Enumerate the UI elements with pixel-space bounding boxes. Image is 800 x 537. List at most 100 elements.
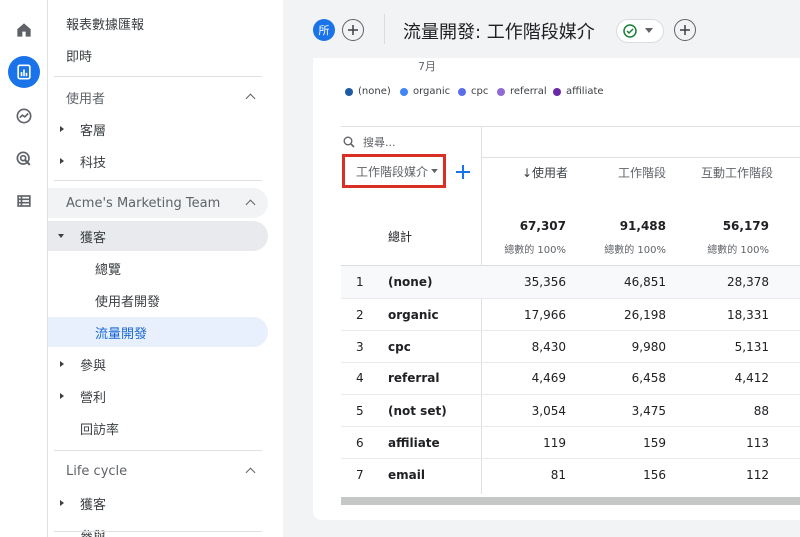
table-row[interactable]: 2 organic 17,966 26,198 18,331 (341, 299, 800, 331)
plus-icon (680, 25, 690, 35)
nav-label: 客層 (80, 123, 107, 139)
row-users: 119 (543, 436, 566, 450)
row-users: 3,054 (531, 404, 566, 418)
legend-item[interactable]: affiliate (553, 86, 604, 97)
page-title: 流量開發: 工作階段媒介 (403, 22, 595, 43)
divider (54, 531, 262, 532)
reports-nav: 報表數據匯報 即時 使用者 客層 科技 Acme's Marketing Tea… (48, 0, 283, 537)
nav-item-engagement[interactable]: 參與 (48, 349, 268, 379)
total-users-pct: 總數的 100% (504, 245, 566, 256)
nav-item-lifecycle-acquisition[interactable]: 獲客 (48, 488, 268, 518)
table-row[interactable]: 1 (none) 35,356 46,851 28,378 (341, 266, 800, 298)
nav-item-tech[interactable]: 科技 (48, 146, 268, 176)
row-users: 17,966 (524, 308, 566, 322)
nav-item-overview[interactable]: 總覽 (48, 253, 268, 283)
nav-label: 回訪率 (80, 422, 120, 438)
row-index: 4 (356, 371, 364, 385)
search-box[interactable]: 搜尋... (343, 134, 396, 150)
check-circle-icon (623, 24, 637, 38)
nav-section-team[interactable]: Acme's Marketing Team (48, 188, 268, 218)
section-label: Life cycle (66, 463, 128, 479)
add-comparison-button[interactable] (342, 19, 364, 41)
home-icon[interactable] (8, 14, 40, 46)
legend-dot (345, 87, 353, 96)
row-engaged: 88 (753, 404, 769, 418)
legend-item[interactable]: (none) (345, 86, 391, 97)
section-label: Acme's Marketing Team (66, 195, 221, 211)
table-row[interactable]: 4 referral 4,469 6,458 4,412 (341, 363, 800, 395)
dimension-label: 工作階段媒介 (356, 164, 429, 179)
row-index: 1 (356, 275, 364, 289)
nav-reports-snapshot[interactable]: 報表數據匯報 (48, 8, 268, 38)
plus-icon (456, 165, 470, 179)
advertising-icon[interactable] (8, 143, 40, 175)
caret-down-icon (58, 234, 64, 238)
total-sessions: 91,488 (619, 219, 666, 233)
divider (54, 180, 262, 181)
explore-icon[interactable] (8, 100, 40, 132)
nav-item-monetization[interactable]: 營利 (48, 381, 268, 411)
legend-label: cpc (471, 86, 489, 97)
legend-label: referral (510, 86, 547, 97)
caret-right-icon (60, 126, 64, 132)
search-icon (343, 136, 355, 148)
legend-item[interactable]: referral (497, 86, 547, 97)
row-index: 2 (356, 308, 364, 322)
table-row[interactable]: 6 affiliate 119 159 113 (341, 427, 800, 459)
legend-item[interactable]: organic (400, 86, 450, 97)
total-users: 67,307 (519, 219, 566, 233)
table-row[interactable]: 3 cpc 8,430 9,980 5,131 (341, 331, 800, 363)
nav-label: 獲客 (80, 497, 107, 513)
row-sessions: 6,458 (631, 371, 666, 385)
horizontal-scrollbar[interactable] (341, 497, 800, 505)
column-header-users[interactable]: ↓使用者 (508, 164, 568, 181)
add-card-button[interactable] (674, 19, 696, 41)
legend-item[interactable]: cpc (458, 86, 488, 97)
nav-item-retention[interactable]: 回訪率 (48, 413, 268, 443)
caret-down-icon (645, 28, 653, 33)
caret-right-icon (60, 158, 64, 164)
row-engaged: 28,378 (727, 275, 769, 289)
table-row[interactable]: 7 email 81 156 112 (341, 459, 800, 491)
table-top-border (341, 126, 800, 127)
nav-label: 使用者開發 (95, 294, 161, 310)
dimension-selector[interactable]: 工作階段媒介 (342, 154, 446, 188)
row-index: 7 (356, 468, 364, 482)
caret-down-icon (431, 168, 438, 173)
nav-item-acquisition[interactable]: 獲客 (48, 221, 268, 251)
row-name: (none) (388, 275, 433, 289)
column-header-sessions[interactable]: 工作階段 (598, 164, 666, 181)
row-index: 3 (356, 340, 364, 354)
add-dimension-button[interactable] (454, 163, 472, 181)
row-engaged: 113 (746, 436, 769, 450)
nav-item-lifecycle-engagement[interactable]: 參與 (48, 522, 268, 537)
nav-realtime[interactable]: 即時 (48, 40, 268, 70)
nav-section-lifecycle[interactable]: Life cycle (48, 456, 268, 486)
all-users-badge[interactable]: 所 (313, 19, 335, 41)
legend-label: organic (413, 86, 451, 97)
row-sessions: 3,475 (631, 404, 666, 418)
column-header-engaged-sessions[interactable]: 互動工作階段 (683, 164, 773, 181)
configure-icon[interactable] (8, 185, 40, 217)
nav-section-users[interactable]: 使用者 (48, 82, 268, 112)
row-sessions: 26,198 (624, 308, 666, 322)
nav-item-audience[interactable]: 客層 (48, 114, 268, 144)
nav-item-user-acquisition[interactable]: 使用者開發 (48, 285, 268, 315)
row-name: email (388, 468, 425, 482)
report-card: 7月 (none) organic cpc referral affiliate… (313, 58, 800, 520)
header-divider (482, 157, 800, 158)
row-engaged: 18,331 (727, 308, 769, 322)
chevron-up-icon (245, 93, 256, 104)
chevron-up-icon (245, 199, 256, 210)
table-row[interactable]: 5 (not set) 3,054 3,475 88 (341, 395, 800, 427)
nav-item-traffic-acquisition[interactable]: 流量開發 (48, 317, 268, 347)
row-engaged: 4,412 (734, 371, 769, 385)
status-dropdown[interactable] (616, 19, 664, 43)
header-divider (384, 14, 385, 44)
nav-label: 參與 (80, 358, 107, 374)
reports-icon[interactable] (8, 56, 40, 88)
legend-dot (400, 87, 408, 96)
total-engaged-pct: 總數的 100% (707, 245, 769, 256)
icon-rail (0, 0, 48, 537)
row-sessions: 9,980 (631, 340, 666, 354)
